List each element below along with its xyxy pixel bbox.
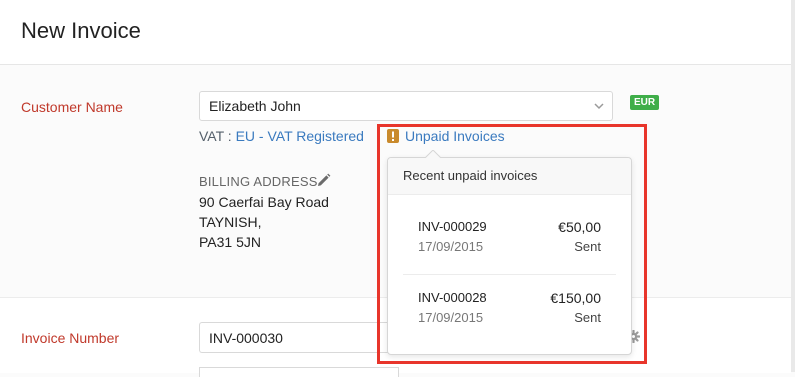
vat-prefix: VAT : [199,128,232,144]
unpaid-invoices-link[interactable]: Unpaid Invoices [405,128,505,144]
billing-address-line-2: TAYNISH, [199,214,262,230]
unpaid-invoices-popover: Recent unpaid invoices INV-000029 17/09/… [387,150,632,355]
billing-address-line-1: 90 Caerfai Bay Road [199,194,329,210]
invoice-number-value: INV-000030 [209,330,283,346]
customer-select-value: Elizabeth John [209,98,301,114]
vat-treatment-link[interactable]: EU - VAT Registered [236,128,364,144]
invoice-number[interactable]: INV-000028 [418,290,487,305]
scrollbar-edge [791,0,795,372]
invoice-status: Sent [574,310,601,325]
customer-name-label: Customer Name [21,99,123,115]
billing-address-line-3: PA31 5JN [199,234,261,250]
billing-address-label: BILLING ADDRESS [199,174,318,189]
invoice-status: Sent [574,239,601,254]
invoice-amount: €150,00 [550,290,601,306]
currency-badge: EUR [630,95,660,110]
page-title: New Invoice [21,18,141,43]
vat-treatment: VAT : EU - VAT Registered [199,128,364,144]
pencil-icon[interactable] [316,173,331,188]
warning-icon [387,129,399,143]
customer-select[interactable]: Elizabeth John [199,91,613,121]
unpaid-invoice-row[interactable]: INV-000028 17/09/2015 €150,00 Sent [403,274,616,325]
invoice-number[interactable]: INV-000029 [418,219,487,234]
page-header: New Invoice [0,0,791,65]
popover-title: Recent unpaid invoices [403,168,538,183]
invoice-number-label: Invoice Number [21,330,120,346]
invoice-date: 17/09/2015 [418,239,484,254]
popover-header: Recent unpaid invoices [388,158,631,195]
invoice-amount: €50,00 [558,219,601,235]
invoice-number-input[interactable]: INV-000030 [199,322,399,353]
invoice-date: 17/09/2015 [418,310,484,325]
next-field-input[interactable] [199,367,399,377]
chevron-down-icon[interactable] [593,100,605,112]
unpaid-invoice-row[interactable]: INV-000029 17/09/2015 €50,00 Sent [403,208,616,256]
